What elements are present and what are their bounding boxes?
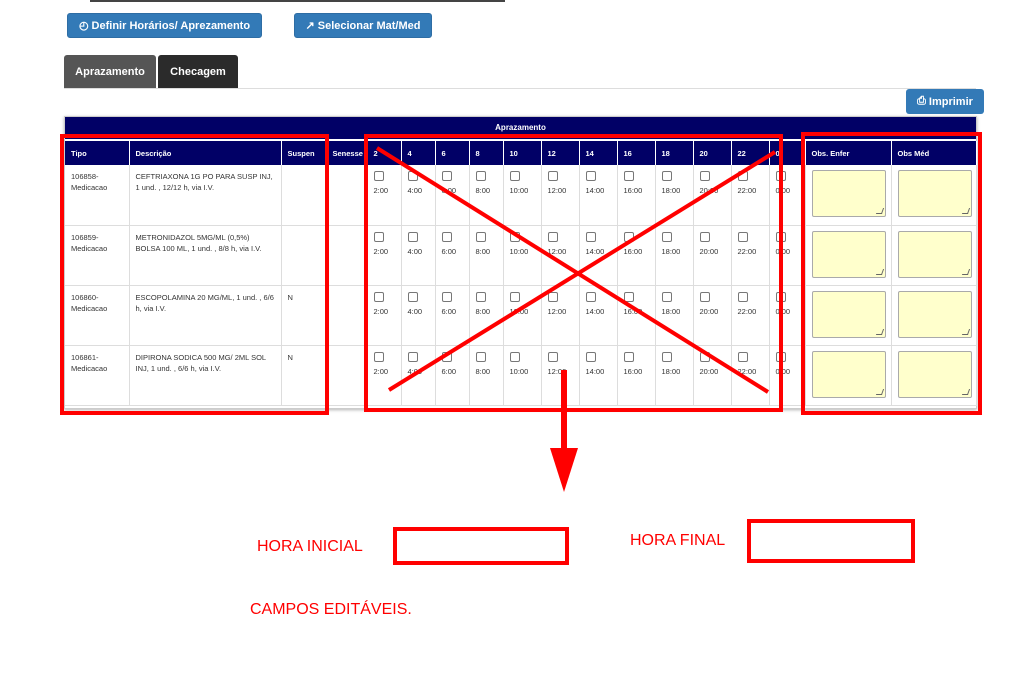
cross-line-1 — [375, 146, 770, 394]
campos-editaveis-label: CAMPOS EDITÁVEIS. — [250, 601, 412, 618]
hora-final-label: HORA FINAL — [630, 532, 726, 549]
annotation-overlay — [375, 146, 777, 492]
cross-line-2 — [387, 150, 777, 392]
hora-inicial-label: HORA INICIAL — [257, 538, 363, 555]
arrow-head — [550, 448, 578, 492]
hora-inicial-field[interactable] — [393, 527, 569, 565]
hora-final-field[interactable] — [747, 519, 915, 563]
